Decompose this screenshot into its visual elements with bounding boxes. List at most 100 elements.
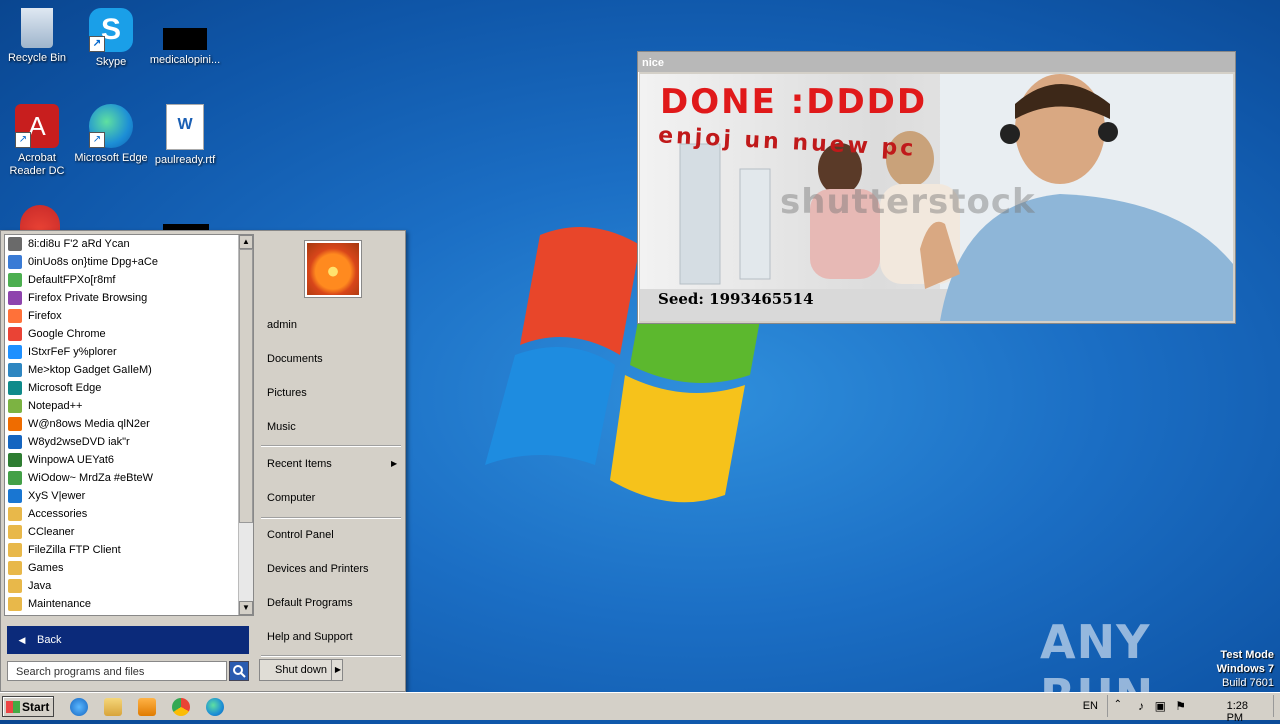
- program-icon: [8, 471, 22, 485]
- desktop-icon-label: medicalopini...: [149, 54, 221, 66]
- menu-item-music[interactable]: Music: [267, 421, 296, 433]
- desktop-icon-acrobat[interactable]: A ↗ Acrobat Reader DC: [0, 104, 74, 178]
- scroll-down-button[interactable]: ▼: [239, 601, 253, 615]
- menu-item-documents[interactable]: Documents: [267, 353, 323, 365]
- program-label: Google Chrome: [28, 328, 106, 340]
- desktop-icon-paulready[interactable]: W paulready.rtf: [148, 104, 222, 167]
- program-item[interactable]: Microsoft Edge: [5, 379, 239, 397]
- program-item[interactable]: WinpowA UEYat6: [5, 451, 239, 469]
- desktop-icon-label: paulready.rtf: [154, 154, 216, 166]
- program-label: 0inUo8s on}time Dpg+aCe: [28, 256, 158, 268]
- language-indicator[interactable]: EN: [1083, 700, 1098, 712]
- menu-item-admin[interactable]: admin: [267, 319, 297, 331]
- program-icon: [8, 453, 22, 467]
- desktop-icon-skype[interactable]: S ↗ Skype: [74, 8, 148, 69]
- program-item[interactable]: Firefox Private Browsing: [5, 289, 239, 307]
- program-icon: [8, 507, 22, 521]
- program-label: Accessories: [28, 508, 88, 520]
- program-icon: [8, 327, 22, 341]
- program-item[interactable]: IStxrFeF y%plorer: [5, 343, 239, 361]
- menu-item-computer[interactable]: Computer: [267, 492, 315, 504]
- show-hidden-icons[interactable]: ⌃: [1114, 699, 1122, 710]
- program-item[interactable]: Maintenance: [5, 595, 239, 613]
- program-icon: [8, 309, 22, 323]
- word-document-icon: W: [166, 104, 204, 150]
- desktop-icon-label: Microsoft Edge: [74, 152, 148, 164]
- popup-headline: DONE :DDDD: [660, 82, 928, 122]
- program-label: Games: [28, 562, 64, 574]
- program-item[interactable]: Games: [5, 559, 239, 577]
- program-icon: [8, 255, 22, 269]
- program-item[interactable]: W8yd2wseDVD iak"r: [5, 433, 239, 451]
- chrome-icon[interactable]: [172, 698, 190, 716]
- popup-seed: Seed: 1993465514: [658, 290, 814, 308]
- program-item[interactable]: W@n8ows Media qlN2er: [5, 415, 239, 433]
- search-button[interactable]: [229, 661, 249, 681]
- file-explorer-icon[interactable]: [104, 698, 122, 716]
- show-desktop-button[interactable]: [1273, 695, 1274, 717]
- desktop-icon-edge[interactable]: ↗ Microsoft Edge: [74, 104, 148, 165]
- program-item[interactable]: DefaultFPXo[r8mf: [5, 271, 239, 289]
- search-icon: [233, 665, 246, 678]
- menu-item-help-support[interactable]: Help and Support: [267, 631, 353, 643]
- program-icon: [8, 345, 22, 359]
- desktop-icon-recycle-bin[interactable]: Recycle Bin: [0, 8, 74, 65]
- program-icon: [8, 399, 22, 413]
- menu-item-default-programs[interactable]: Default Programs: [267, 597, 353, 609]
- program-item[interactable]: Me>ktop Gadget GaIleM): [5, 361, 239, 379]
- shutdown-options-button[interactable]: ▶: [331, 659, 344, 681]
- photo-watermark: shutterstock: [780, 182, 1036, 222]
- edge-icon[interactable]: [206, 698, 224, 716]
- programs-list: 8i:di8u F'2 aRd Ycan 0inUo8s on}time Dpg+…: [5, 235, 239, 615]
- desktop-icon-medicalopinion[interactable]: medicalopini...: [148, 8, 222, 67]
- program-item[interactable]: Notepad++: [5, 397, 239, 415]
- chrome-icon[interactable]: [20, 205, 60, 231]
- clock[interactable]: 1:28 PM: [1227, 700, 1248, 724]
- submenu-arrow-icon: ▶: [391, 459, 398, 468]
- program-item[interactable]: CCleaner: [5, 523, 239, 541]
- test-mode-label: Test Mode: [1220, 649, 1274, 661]
- start-button[interactable]: Start: [2, 696, 54, 717]
- search-input[interactable]: Search programs and files: [7, 661, 227, 681]
- program-item[interactable]: WiOdow~ MrdZa #eBteW: [5, 469, 239, 487]
- volume-icon[interactable]: ♪: [1138, 699, 1144, 713]
- program-item[interactable]: Java: [5, 577, 239, 595]
- menu-item-control-panel[interactable]: Control Panel: [267, 529, 334, 541]
- acrobat-icon: A ↗: [15, 104, 59, 148]
- program-icon: [8, 525, 22, 539]
- separator: [261, 445, 401, 447]
- program-item[interactable]: 0inUo8s on}time Dpg+aCe: [5, 253, 239, 271]
- program-item[interactable]: Google Chrome: [5, 325, 239, 343]
- file-icon: [163, 28, 207, 50]
- back-button[interactable]: ◀ Back: [7, 626, 249, 654]
- program-label: DefaultFPXo[r8mf: [28, 274, 116, 286]
- program-item[interactable]: Accessories: [5, 505, 239, 523]
- program-item[interactable]: FileZilla FTP Client: [5, 541, 239, 559]
- start-menu-right-pane: admin Documents Pictures Music Recent It…: [257, 231, 403, 689]
- program-icon: [8, 597, 22, 611]
- back-arrow-icon: ◀: [18, 635, 26, 645]
- menu-item-devices-printers[interactable]: Devices and Printers: [267, 563, 369, 575]
- program-icon: [8, 417, 22, 431]
- taskbar: Start EN ⌃ ♪ ▣ ⚑ 1:28 PM: [0, 692, 1280, 724]
- internet-explorer-icon[interactable]: [70, 698, 88, 716]
- program-icon: [8, 381, 22, 395]
- edge-icon: ↗: [89, 104, 133, 148]
- user-avatar[interactable]: [305, 241, 361, 297]
- program-label: Notepad++: [28, 400, 83, 412]
- program-item[interactable]: Firefox: [5, 307, 239, 325]
- windows-flag-icon: [6, 701, 20, 713]
- programs-scrollbar[interactable]: ▲ ▼: [238, 235, 253, 615]
- program-item[interactable]: XyS V|ewer: [5, 487, 239, 505]
- program-item[interactable]: 8i:di8u F'2 aRd Ycan: [5, 235, 239, 253]
- program-label: Microsoft Edge: [28, 382, 102, 394]
- menu-item-pictures[interactable]: Pictures: [267, 387, 307, 399]
- network-icon[interactable]: ▣: [1155, 699, 1166, 713]
- menu-item-recent-items[interactable]: Recent Items: [267, 458, 332, 470]
- action-center-flag-icon[interactable]: ⚑: [1175, 699, 1186, 713]
- popup-window[interactable]: nice DONE :DDDD enjoj un nuew pc shutter…: [637, 51, 1236, 324]
- desktop-icon-label: Acrobat Reader DC: [9, 152, 65, 177]
- scroll-thumb[interactable]: [239, 249, 253, 523]
- scroll-up-button[interactable]: ▲: [239, 235, 253, 249]
- media-player-icon[interactable]: [138, 698, 156, 716]
